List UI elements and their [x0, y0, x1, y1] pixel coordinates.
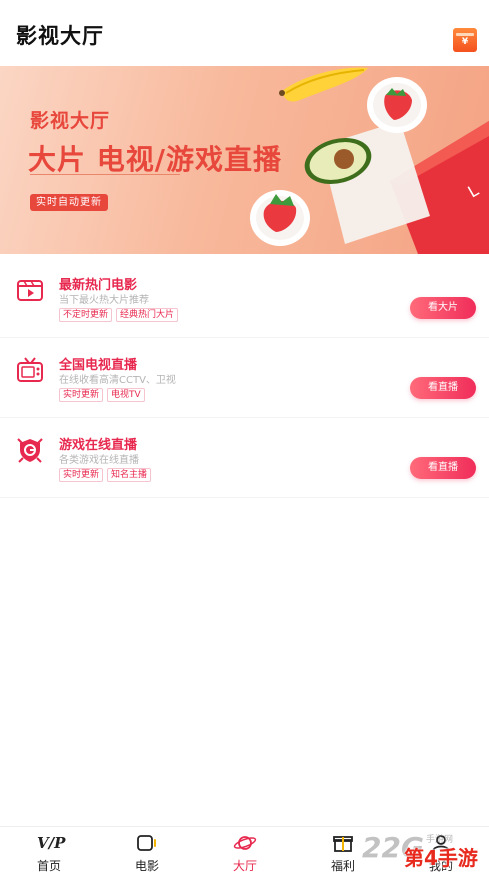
tab-movies[interactable]: 电影	[98, 827, 196, 874]
gift-icon	[333, 836, 353, 852]
red-packet-flap	[456, 33, 474, 36]
red-packet-icon[interactable]: ¥	[453, 28, 477, 52]
tab-hall[interactable]: 大厅	[196, 827, 294, 874]
watch-tv-button[interactable]: 看直播	[410, 377, 476, 399]
item-tags: 实时更新 知名主播	[59, 468, 152, 482]
item-tag: 知名主播	[107, 468, 152, 482]
movie-icon	[137, 835, 156, 851]
banner-heading: 影视大厅	[30, 110, 111, 132]
item-tags: 实时更新 电视TV	[59, 388, 145, 402]
watermark-brand: 第4手游	[404, 846, 478, 870]
watch-movies-button[interactable]: 看大片	[410, 297, 476, 319]
tab-label: 大厅	[232, 859, 257, 873]
item-tag: 电视TV	[107, 388, 145, 402]
category-list: 最新热门电影 当下最火热大片推荐 不定时更新 经典热门大片 看大片 全国电视直播…	[0, 258, 489, 498]
top-bar: 影视大厅 ¥	[0, 0, 489, 66]
tab-label: 首页	[36, 859, 61, 873]
banana-icon	[279, 67, 368, 102]
item-tag: 实时更新	[59, 388, 104, 402]
item-tag: 不定时更新	[59, 308, 113, 322]
game-shield-icon	[17, 438, 43, 463]
item-description: 各类游戏在线直播	[59, 455, 139, 466]
hero-banner[interactable]: 影视大厅 大片 电视/游戏直播 实时自动更新 L	[0, 66, 489, 254]
planet-icon	[233, 836, 257, 850]
list-item-game-live[interactable]: 游戏在线直播 各类游戏在线直播 实时更新 知名主播 看直播	[0, 418, 489, 498]
banner-illustration: L	[250, 67, 489, 254]
page-title: 影视大厅	[16, 24, 104, 48]
watch-game-live-button[interactable]: 看直播	[410, 457, 476, 479]
item-description: 在线收看高清CCTV、卫视	[59, 375, 176, 386]
vip-icon: V/P	[37, 834, 66, 852]
item-tags: 不定时更新 经典热门大片	[59, 308, 179, 322]
list-item-movies[interactable]: 最新热门电影 当下最火热大片推荐 不定时更新 经典热门大片 看大片	[0, 258, 489, 338]
tv-icon	[17, 357, 43, 382]
list-item-tv[interactable]: 全国电视直播 在线收看高清CCTV、卫视 实时更新 电视TV 看直播	[0, 338, 489, 418]
item-tag: 实时更新	[59, 468, 104, 482]
banner-pill: 实时自动更新	[30, 194, 108, 211]
tab-label: 电影	[134, 859, 159, 873]
item-description: 当下最火热大片推荐	[59, 295, 149, 306]
site-watermark: 22G 手游网 第4手游	[360, 830, 489, 874]
item-tag: 经典热门大片	[116, 308, 179, 322]
strawberry-plate-top	[367, 77, 427, 133]
strawberry-plate-bottom	[250, 190, 310, 246]
film-icon	[17, 280, 43, 301]
banner-underline	[30, 174, 180, 175]
red-packet-symbol: ¥	[461, 37, 469, 47]
tab-home[interactable]: V/P 首页	[0, 827, 98, 874]
